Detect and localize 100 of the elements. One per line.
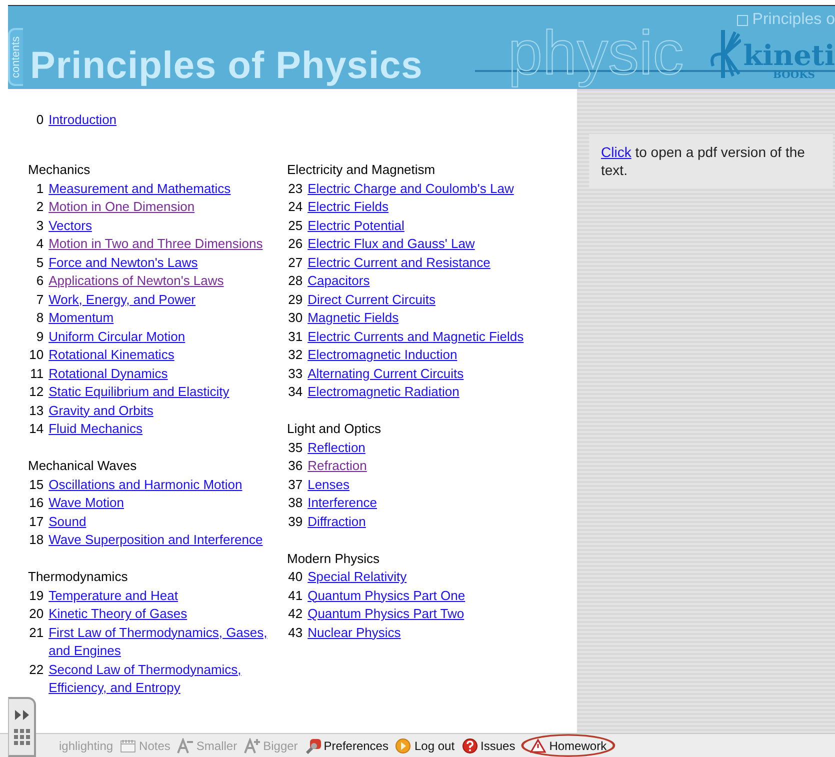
chapter-link[interactable]: Work, Energy, and Power [48, 290, 196, 309]
text-bigger-icon [244, 738, 260, 754]
chapter-link[interactable]: Wave Motion [48, 494, 124, 512]
chapter-link[interactable]: Applications of Newton's Laws [48, 272, 224, 290]
chapter-number: 36 [287, 457, 303, 475]
chapter-number: 18 [28, 531, 44, 549]
chapter-number: 26 [287, 235, 303, 253]
chapter-number: 20 [28, 605, 44, 623]
warning-icon [530, 738, 546, 754]
chapter-number: 17 [28, 512, 44, 530]
chapter-number: 9 [35, 328, 44, 346]
toolbar-button[interactable]: Preferences [304, 736, 390, 754]
chapter-number: 8 [35, 309, 44, 327]
chapter-link[interactable]: Force and Newton's Laws [48, 254, 198, 272]
chapter-number: 30 [287, 309, 303, 327]
logo-mark-icon [710, 30, 742, 78]
chapter-number: 19 [28, 586, 44, 604]
chapter-number: 29 [287, 290, 303, 308]
chapter-link[interactable]: Temperature and Heat [48, 586, 178, 605]
chapter-number: 31 [287, 328, 303, 346]
chapter-link[interactable]: Static Equilibrium and Elasticity [48, 383, 230, 402]
chapter-link[interactable]: Rotational Dynamics [48, 364, 168, 383]
chapter-number: 40 [287, 568, 303, 586]
notepad-icon [120, 738, 136, 754]
chapter-link[interactable]: Diffraction [308, 512, 366, 531]
chapter-link[interactable]: Electric Fields [308, 198, 389, 216]
chapter-link[interactable]: Vectors [48, 216, 92, 235]
chapter-number: 43 [287, 624, 303, 642]
chapter-link[interactable]: Motion in One Dimension [48, 198, 195, 216]
chapter-link[interactable]: Quantum Physics Part Two [308, 605, 464, 624]
chapter-link[interactable]: Magnetic Fields [308, 309, 399, 328]
chapter-link[interactable]: Momentum [48, 309, 114, 328]
chapter-link[interactable]: Introduction [48, 111, 117, 130]
chapter-link[interactable]: Uniform Circular Motion [48, 328, 186, 346]
chapter-number: 0 [35, 111, 44, 129]
chapter-number: 10 [28, 346, 44, 364]
double-arrow-icon [14, 709, 30, 721]
toolbar-button[interactable]: Homework [521, 734, 616, 757]
chapter-link[interactable]: Quantum Physics Part One [308, 586, 466, 605]
chapter-link[interactable]: Kinetic Theory of Gases [48, 605, 188, 624]
chapter-number: 35 [287, 438, 303, 456]
section-heading: Mechanics [28, 161, 92, 179]
chapter-number: 41 [287, 586, 303, 604]
chapter-link[interactable]: Electromagnetic Induction [308, 346, 458, 364]
chapter-link[interactable]: Nuclear Physics [308, 624, 401, 642]
chapter-number: 11 [29, 364, 44, 382]
chapter-number: 14 [28, 420, 44, 438]
chapter-link[interactable]: Electromagnetic Radiation [308, 383, 460, 402]
chapter-number: 27 [287, 254, 303, 272]
chapter-link[interactable]: Direct Current Circuits [308, 290, 436, 309]
section-heading: Modern Physics [287, 550, 380, 568]
chapter-link[interactable]: Rotational Kinematics [48, 346, 174, 364]
chapter-number: 23 [287, 180, 303, 198]
chapter-link[interactable]: Electric Potential [308, 216, 404, 235]
chapter-number: 5 [35, 254, 44, 272]
chapter-link[interactable]: Measurement and Mathematics [48, 180, 231, 198]
chapter-link[interactable]: Sound [48, 512, 86, 531]
chapter-number: 37 [287, 476, 303, 494]
chapter-link[interactable]: Refraction [308, 457, 367, 476]
backdrop-word: physic [508, 18, 684, 89]
chapter-link[interactable]: Interference [308, 494, 377, 512]
chapter-number: 12 [28, 383, 44, 401]
chapter-number: 34 [287, 383, 303, 401]
toolbar-button[interactable]: Issues [460, 736, 516, 754]
chapter-link[interactable]: Electric Current and Resistance [308, 254, 490, 272]
expand-tab[interactable] [8, 697, 36, 757]
pdf-link[interactable]: Click [601, 144, 632, 160]
chapter-link[interactable]: Electric Currents and Magnetic Fields [308, 328, 524, 346]
chapter-link[interactable]: Second Law of Thermodynamics, Efficiency, and Entropy [48, 660, 287, 698]
chapter-link[interactable]: Wave Superposition and Interference [48, 531, 263, 550]
chapter-link[interactable]: Special Relativity [308, 568, 407, 586]
help-icon [462, 738, 478, 754]
logo-subtitle: BOOKS [773, 70, 815, 81]
chapter-link[interactable]: Fluid Mechanics [48, 420, 143, 438]
chapter-link[interactable]: Reflection [308, 438, 366, 457]
chapter-link[interactable]: Capacitors [308, 272, 370, 290]
toolbar-button[interactable]: Log out [394, 736, 456, 754]
pdf-note: Click to open a pdf version of the text. [589, 134, 833, 188]
chapter-number: 33 [287, 364, 303, 382]
chapter-link[interactable]: First Law of Thermodynamics, Gases, and Engines [48, 624, 287, 660]
chapter-link[interactable]: Motion in Two and Three Dimensions [48, 235, 263, 254]
checkbox-icon [737, 14, 748, 26]
section-heading: Light and Optics [287, 420, 382, 438]
chapter-link[interactable]: Oscillations and Harmonic Motion [48, 476, 242, 494]
book-title: Principles of Physics [30, 44, 423, 89]
chapter-link[interactable]: Gravity and Orbits [48, 402, 154, 420]
section-heading: Mechanical Waves [28, 457, 138, 475]
chapter-number: 16 [28, 494, 44, 512]
chapter-number: 25 [287, 216, 303, 234]
chapter-link[interactable]: Alternating Current Circuits [308, 364, 464, 383]
chapter-number: 38 [287, 494, 303, 512]
section-heading: Thermodynamics [28, 568, 129, 586]
corner-title: Principles o [752, 10, 835, 30]
chapter-link[interactable]: Electric Charge and Coulomb's Law [308, 180, 514, 198]
chapter-number: 6 [35, 272, 44, 290]
chapter-number: 32 [287, 346, 303, 364]
logo-wordmark: kineti [743, 42, 835, 70]
chapter-link[interactable]: Lenses [308, 476, 350, 494]
chapter-link[interactable]: Electric Flux and Gauss' Law [308, 235, 475, 254]
text-smaller-icon [177, 738, 194, 754]
